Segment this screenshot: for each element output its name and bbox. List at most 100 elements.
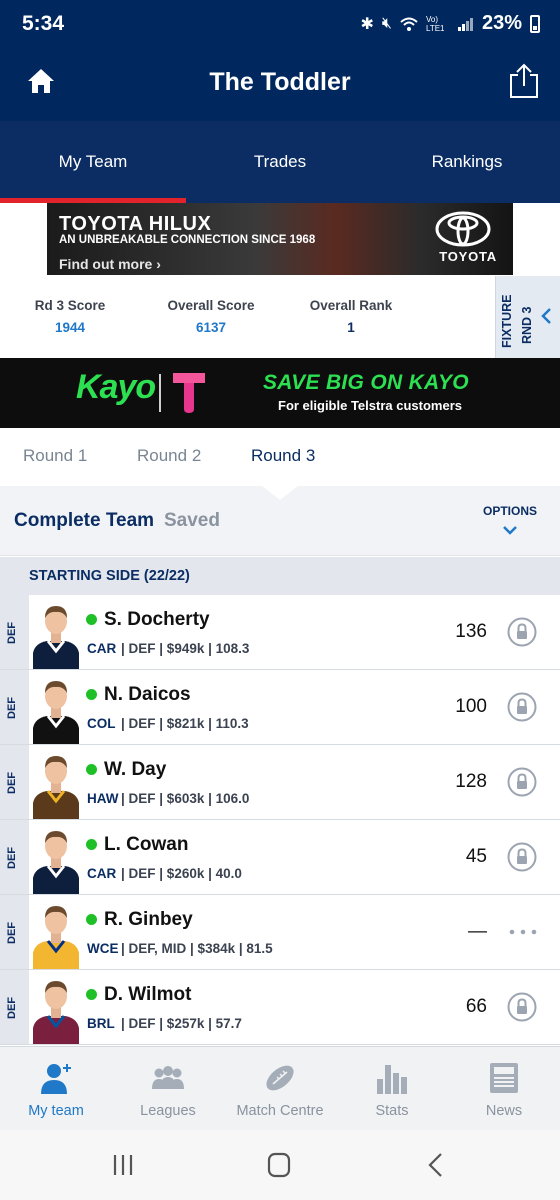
player-row[interactable]: DEF N. Daicos COL | DEF | $821k | 110.3 100	[0, 670, 560, 745]
position-label: DEF	[6, 997, 18, 1019]
nav-label: My team	[28, 1103, 84, 1119]
player-row[interactable]: DEF W. Day HAW | DEF | $603k | 106.0 128	[0, 745, 560, 820]
page-title: The Toddler	[209, 68, 351, 96]
kayo-ad-banner[interactable]: Kayo SAVE BIG ON KAYO For eligible Telst…	[0, 358, 560, 428]
ad-subline: AN UNBREAKABLE CONNECTION SINCE 1968	[59, 234, 316, 246]
my-team-icon	[41, 1064, 71, 1094]
kayo-headline: SAVE BIG ON KAYO	[263, 371, 469, 394]
round-score: Rd 3 Score 1944	[0, 276, 140, 358]
toyota-ad-banner[interactable]: TOYOTA HILUX AN UNBREAKABLE CONNECTION S…	[47, 203, 513, 275]
player-name[interactable]: S. Docherty	[104, 609, 210, 631]
overall-score: Overall Score 6137	[136, 276, 286, 358]
player-score: 128	[455, 771, 487, 792]
wifi-icon	[400, 17, 418, 31]
overall-rank-value: 1	[347, 320, 355, 335]
tab-my-team[interactable]: My Team	[0, 121, 186, 203]
position-strip: DEF	[0, 820, 29, 894]
player-status-dot	[86, 764, 97, 775]
options-button[interactable]: OPTIONS	[480, 504, 540, 544]
ad-cta-link[interactable]: Find out more ›	[59, 256, 161, 272]
round-score-value: 1944	[54, 320, 86, 335]
player-avatar	[33, 906, 79, 969]
lock-icon[interactable]	[507, 692, 537, 722]
main-tabs: My Team Trades Rankings	[0, 121, 560, 203]
tab-rankings[interactable]: Rankings	[374, 121, 560, 203]
position-label: DEF	[6, 847, 18, 869]
app-header: The Toddler	[0, 48, 560, 121]
player-name[interactable]: R. Ginbey	[104, 909, 193, 931]
status-icons: ✱ 🔇︎ Vo) LTE1 23%	[360, 12, 540, 35]
position-strip: DEF	[0, 595, 29, 669]
recent-apps-icon[interactable]	[103, 1150, 143, 1180]
back-icon[interactable]	[416, 1150, 456, 1180]
leagues-icon	[152, 1066, 184, 1089]
nav-label: Match Centre	[236, 1103, 324, 1119]
tab-round-2[interactable]: Round 2	[137, 446, 201, 466]
player-status-dot	[86, 914, 97, 925]
fixture-drawer-tab[interactable]: FIXTURE RND 3	[495, 276, 560, 358]
lock-icon[interactable]	[507, 617, 537, 647]
position-strip: DEF	[0, 745, 29, 819]
football-icon	[266, 1065, 294, 1091]
nav-label: Leagues	[140, 1103, 196, 1119]
player-name[interactable]: N. Daicos	[104, 684, 191, 706]
more-options-icon[interactable]	[507, 926, 539, 938]
ad-divider	[159, 374, 161, 412]
player-meta: | DEF, MID | $384k | 81.5	[121, 941, 273, 956]
player-score: 100	[455, 696, 487, 717]
section-header: STARTING SIDE (22/22)	[0, 557, 560, 595]
player-team: WCE	[87, 941, 119, 956]
fixture-round-label: RND 3	[520, 306, 534, 344]
status-bar: 5:34 ✱ 🔇︎ Vo) LTE1 23%	[0, 0, 560, 48]
tab-round-3[interactable]: Round 3	[251, 446, 315, 466]
player-meta: | DEF | $949k | 108.3	[121, 641, 250, 656]
tab-round-1[interactable]: Round 1	[23, 446, 87, 466]
position-strip: DEF	[0, 970, 29, 1044]
telstra-logo-icon	[173, 373, 205, 413]
player-score: 45	[465, 846, 487, 867]
nav-stats[interactable]: Stats	[336, 1047, 448, 1131]
player-status-dot	[86, 989, 97, 1000]
ad-headline: TOYOTA HILUX	[59, 213, 212, 235]
nav-match-centre[interactable]: Match Centre	[224, 1047, 336, 1131]
home-nav-icon[interactable]	[259, 1150, 299, 1180]
overall-score-value: 6137	[195, 320, 227, 335]
player-status-dot	[86, 839, 97, 850]
share-icon[interactable]	[508, 62, 540, 100]
nav-label: Stats	[375, 1103, 409, 1119]
team-status-bar: Complete Team Saved OPTIONS	[0, 474, 560, 556]
round-score-label: Rd 3 Score	[34, 298, 106, 313]
save-status: Saved	[164, 510, 220, 531]
nav-my-team[interactable]: My team	[0, 1047, 112, 1131]
player-row[interactable]: DEF D. Wilmot BRL | DEF | $257k | 57.7 66	[0, 970, 560, 1045]
toyota-logo-icon	[435, 211, 491, 247]
player-name[interactable]: D. Wilmot	[104, 984, 191, 1006]
section-title: STARTING SIDE (22/22)	[29, 568, 190, 584]
mute-icon: 🔇︎	[381, 14, 392, 32]
bottom-navigation: My team Leagues Match Centre Stats News	[0, 1046, 560, 1130]
player-row[interactable]: DEF R. Ginbey WCE | DEF, MID | $384k | 81.5…	[0, 895, 560, 970]
player-name[interactable]: W. Day	[104, 759, 166, 781]
position-label: DEF	[6, 622, 18, 644]
lock-icon[interactable]	[507, 767, 537, 797]
nav-leagues[interactable]: Leagues	[112, 1047, 224, 1131]
kayo-logo: Kayo	[76, 368, 156, 406]
chevron-left-icon	[541, 308, 551, 324]
tab-trades[interactable]: Trades	[187, 121, 373, 203]
player-row[interactable]: DEF S. Docherty CAR | DEF | $949k | 108.3 13…	[0, 595, 560, 670]
player-row[interactable]: DEF L. Cowan CAR | DEF | $260k | 40.0 45	[0, 820, 560, 895]
signal-icon	[457, 17, 473, 31]
player-name[interactable]: L. Cowan	[104, 834, 188, 856]
status-time: 5:34	[22, 12, 65, 35]
player-meta: | DEF | $821k | 110.3	[121, 716, 249, 731]
player-meta: | DEF | $603k | 106.0	[121, 791, 250, 806]
nav-news[interactable]: News	[448, 1047, 560, 1131]
battery-percent: 23%	[481, 12, 522, 34]
lock-icon[interactable]	[507, 842, 537, 872]
player-avatar	[33, 831, 79, 894]
lock-icon[interactable]	[507, 992, 537, 1022]
network-label: Vo) LTE1	[425, 14, 445, 33]
system-nav-bar	[0, 1130, 560, 1200]
player-score: 66	[465, 996, 487, 1017]
player-team: BRL	[87, 1016, 115, 1031]
